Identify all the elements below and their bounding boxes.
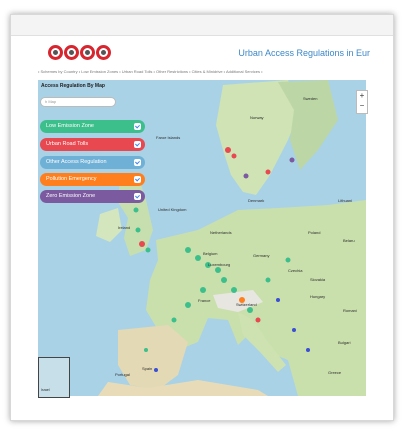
filter-other-access-regulation[interactable]: Other Access Regulation [40, 156, 145, 169]
map-search-input[interactable]: h Map [40, 97, 116, 107]
label-luxembourg: Luxembourg [208, 262, 231, 267]
label-belgium: Belgium [203, 251, 218, 256]
marker-dot [145, 247, 151, 253]
label-denmark: Denmark [248, 198, 265, 203]
label-netherlands: Netherlands [210, 230, 232, 235]
label-bulgaria: Bulgari [338, 340, 351, 345]
map-filter-panel: Access Regulation By Map h Map Low Emiss… [38, 80, 150, 208]
iberia-land [118, 325, 188, 390]
marker-dot [215, 267, 221, 273]
site-logo[interactable] [48, 45, 111, 60]
marker-dot [225, 147, 231, 153]
label-ireland: Ireland [118, 225, 131, 230]
filter-label: Urban Road Tolls [46, 141, 89, 147]
zoom-in-button[interactable]: + [357, 91, 367, 101]
filter-label: Low Emission Zone [46, 123, 94, 129]
label-france: France [198, 298, 211, 303]
checkbox-icon[interactable] [134, 123, 141, 130]
logo-sign-icon [48, 45, 63, 60]
filter-low-emission-zone[interactable]: Low Emission Zone [40, 120, 145, 133]
filter-zero-emission-zone[interactable]: Zero Emission Zone [40, 190, 145, 203]
site-header: Urban Access Regulations in Eur [36, 40, 370, 66]
marker-dot [265, 277, 271, 283]
marker-dot [221, 277, 227, 283]
main-nav[interactable]: • Schemes by Country • Low Emission Zone… [38, 69, 366, 77]
logo-sign-icon [80, 45, 95, 60]
filter-label: Zero Emission Zone [46, 193, 96, 199]
browser-bar [11, 15, 393, 36]
marker-dot [231, 153, 237, 159]
marker-dot [292, 328, 296, 332]
marker-dot [154, 368, 158, 372]
marker-dot [185, 247, 191, 253]
zoom-out-button[interactable]: − [357, 101, 367, 111]
label-czechia: Czechia [288, 268, 303, 273]
panel-title: Access Regulation By Map [41, 83, 105, 89]
checkbox-icon[interactable] [134, 159, 141, 166]
site-title[interactable]: Urban Access Regulations in Eur [238, 48, 370, 58]
marker-dot [243, 173, 249, 179]
label-portugal: Portugal [115, 372, 130, 377]
marker-dot [135, 227, 141, 233]
marker-dot [289, 157, 295, 163]
logo-sign-icon [64, 45, 79, 60]
zoom-control: + − [356, 90, 368, 114]
logo-sign-icon [96, 45, 111, 60]
filter-pollution-emergency[interactable]: Pollution Emergency [40, 173, 145, 186]
checkbox-icon[interactable] [134, 193, 141, 200]
label-poland: Poland [308, 230, 321, 235]
marker-dot [185, 302, 191, 308]
label-greece: Greece [328, 370, 342, 375]
label-hungary: Hungary [310, 294, 326, 299]
label-faroe: Faroe Islands [156, 135, 181, 140]
label-spain: Spain [142, 366, 153, 371]
north-africa-land [98, 380, 268, 396]
marker-dot [171, 317, 177, 323]
marker-dot [144, 348, 148, 352]
marker-dot [200, 287, 206, 293]
label-lithuania: Lithuani [338, 198, 353, 203]
filter-urban-road-tolls[interactable]: Urban Road Tolls [40, 138, 145, 151]
label-slovakia: Slovakia [310, 277, 326, 282]
marker-dot [247, 307, 253, 313]
marker-dot [276, 298, 280, 302]
checkbox-icon[interactable] [134, 141, 141, 148]
filter-label: Other Access Regulation [46, 159, 107, 165]
label-united-kingdom: United Kingdom [158, 207, 187, 212]
label-germany: Germany [253, 253, 270, 258]
marker-dot [133, 207, 139, 213]
marker-dot [231, 287, 237, 293]
label-switzerland: Switzerland [236, 302, 257, 307]
marker-dot [139, 241, 145, 247]
marker-dot [195, 255, 201, 261]
label-romania: Romani [343, 308, 357, 313]
marker-dot [265, 169, 271, 175]
marker-dot [285, 257, 291, 263]
marker-dot [306, 348, 310, 352]
label-israel: Israel [41, 388, 50, 392]
label-sweden: Sweden [303, 96, 318, 101]
marker-dot [255, 317, 261, 323]
checkbox-icon[interactable] [134, 176, 141, 183]
label-belarus: Belaru [343, 238, 355, 243]
map-inset[interactable]: Israel [38, 357, 70, 398]
filter-label: Pollution Emergency [46, 176, 97, 182]
label-norway: Norway [250, 115, 264, 120]
